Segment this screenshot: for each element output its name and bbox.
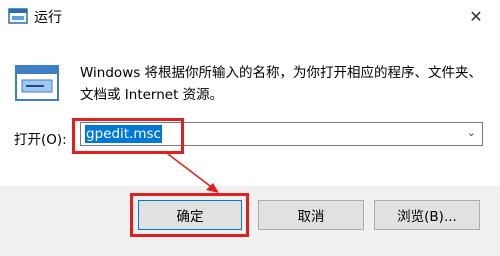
window-title: 运行 [34, 10, 62, 26]
annotation-box-ok [130, 193, 249, 237]
run-app-icon [8, 8, 28, 24]
cancel-button[interactable]: 取消 [258, 200, 364, 230]
title-bar: 运行 ✕ [0, 0, 500, 34]
annotation-box-input [72, 118, 184, 154]
browse-button[interactable]: 浏览(B)... [374, 200, 480, 230]
chevron-down-icon[interactable]: ⌄ [467, 126, 476, 139]
close-icon: ✕ [469, 6, 483, 26]
dialog-description: Windows 将根据你所输入的名称，为你打开相应的程序、文件夹、文档或 Int… [80, 65, 483, 103]
close-button[interactable]: ✕ [456, 0, 496, 32]
open-label: 打开(O): [14, 132, 67, 148]
run-dialog-icon [15, 65, 59, 101]
